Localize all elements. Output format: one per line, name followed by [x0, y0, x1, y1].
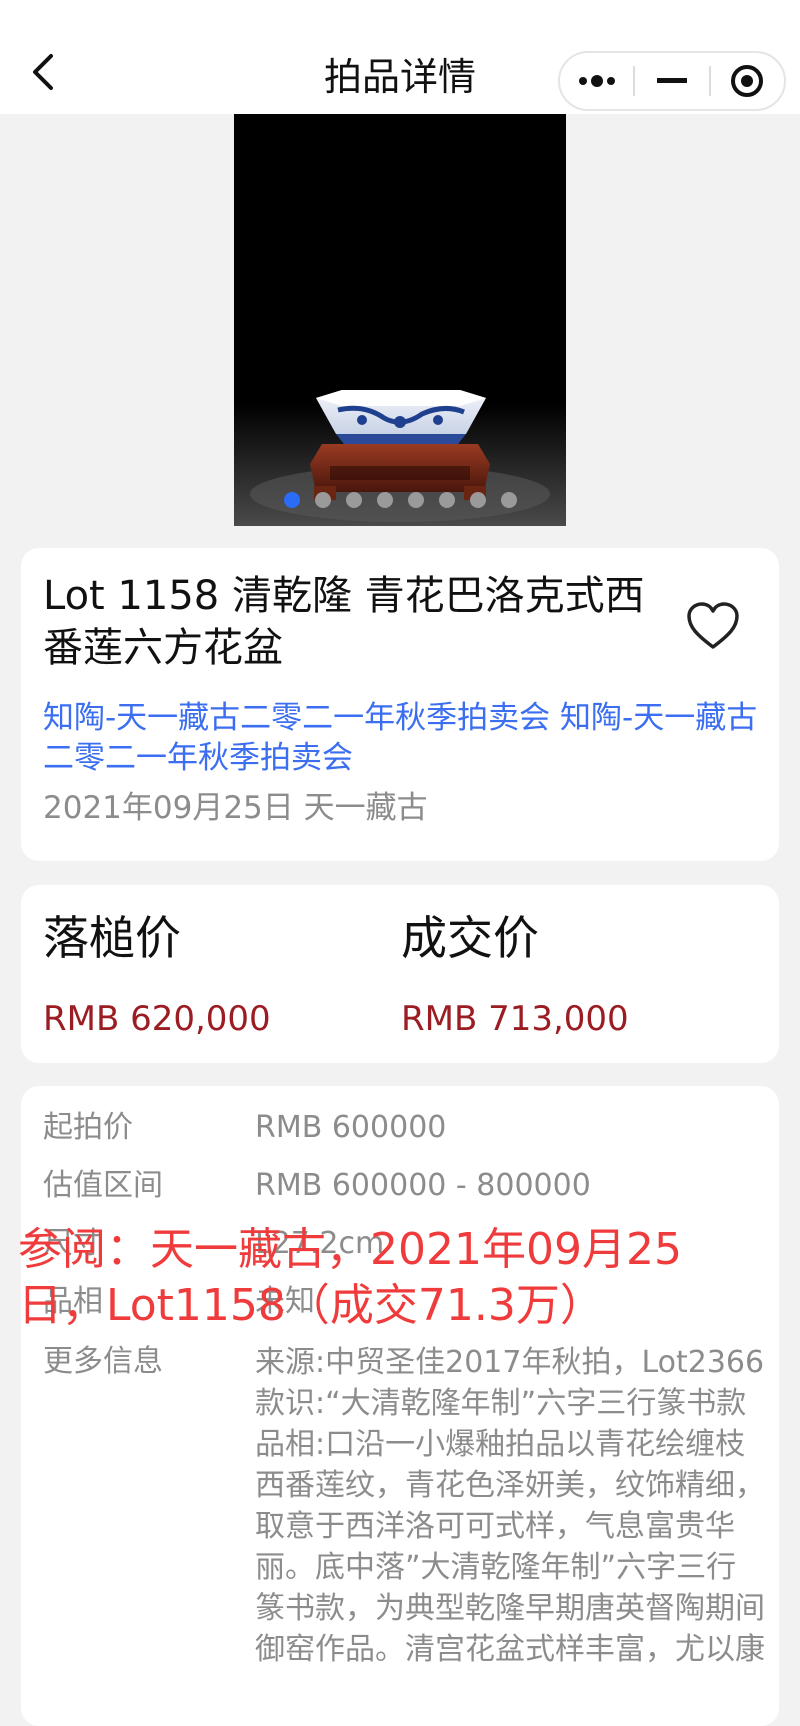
final-price-value: RMB 713,000 — [401, 999, 629, 1039]
more-info-label: 更多信息 — [43, 1344, 163, 1379]
start-price-value: RMB 600000 — [255, 1110, 447, 1145]
size-value: L27.2cm — [255, 1226, 385, 1261]
carousel-dot[interactable] — [407, 492, 424, 508]
favorite-button[interactable] — [683, 598, 743, 654]
carousel-dot[interactable] — [314, 492, 331, 508]
price-card: 落槌价 RMB 620,000 成交价 RMB 713,000 — [21, 885, 779, 1063]
more-button[interactable] — [560, 53, 633, 109]
heart-outline-icon — [687, 602, 739, 649]
carousel-dot[interactable] — [469, 492, 486, 508]
more-dots-icon — [578, 75, 615, 87]
minimize-button[interactable] — [635, 53, 708, 109]
condition-label: 品相 — [43, 1284, 103, 1319]
more-info-text: 来源:中贸圣佳2017年秋拍，Lot2366款识:“大清乾隆年制”六字三行篆书款… — [255, 1345, 765, 1667]
miniprogram-capsule — [558, 51, 786, 111]
auction-session-link[interactable]: 知陶-天一藏古二零二一年秋季拍卖会 知陶-天一藏古二零二一年秋季拍卖会 — [43, 698, 763, 778]
record-target-icon — [731, 65, 764, 97]
close-miniprogram-button[interactable] — [711, 53, 784, 109]
carousel-dot[interactable] — [438, 492, 455, 508]
hammer-price-value: RMB 620,000 — [43, 999, 271, 1039]
carousel-dot[interactable] — [376, 492, 393, 508]
lot-summary-card: Lot 1158 清乾隆 青花巴洛克式西番莲六方花盆 知陶-天一藏古二零二一年秋… — [21, 548, 779, 861]
top-navigation-bar: 拍品详情 — [0, 0, 800, 114]
carousel-dot[interactable] — [500, 492, 517, 508]
estimate-value: RMB 600000 - 800000 — [255, 1168, 591, 1203]
start-price-label: 起拍价 — [43, 1110, 133, 1145]
carousel-dot[interactable] — [283, 492, 300, 508]
hammer-price-label: 落槌价 — [43, 911, 181, 965]
size-label: 尺寸 — [43, 1226, 103, 1261]
lot-photo — [234, 114, 566, 526]
minimize-icon — [656, 78, 687, 83]
lot-image-carousel[interactable] — [234, 114, 566, 526]
final-price-label: 成交价 — [401, 911, 539, 965]
lot-info-card: 起拍价 RMB 600000 估值区间 RMB 600000 - 800000 … — [21, 1086, 779, 1726]
lot-title: Lot 1158 清乾隆 青花巴洛克式西番莲六方花盆 — [43, 573, 645, 671]
carousel-indicator — [234, 492, 566, 508]
estimate-label: 估值区间 — [43, 1168, 163, 1203]
carousel-dot[interactable] — [345, 492, 362, 508]
condition-value: 未知 — [255, 1284, 315, 1319]
date-and-house: 2021年09月25日 天一藏古 — [43, 790, 428, 826]
